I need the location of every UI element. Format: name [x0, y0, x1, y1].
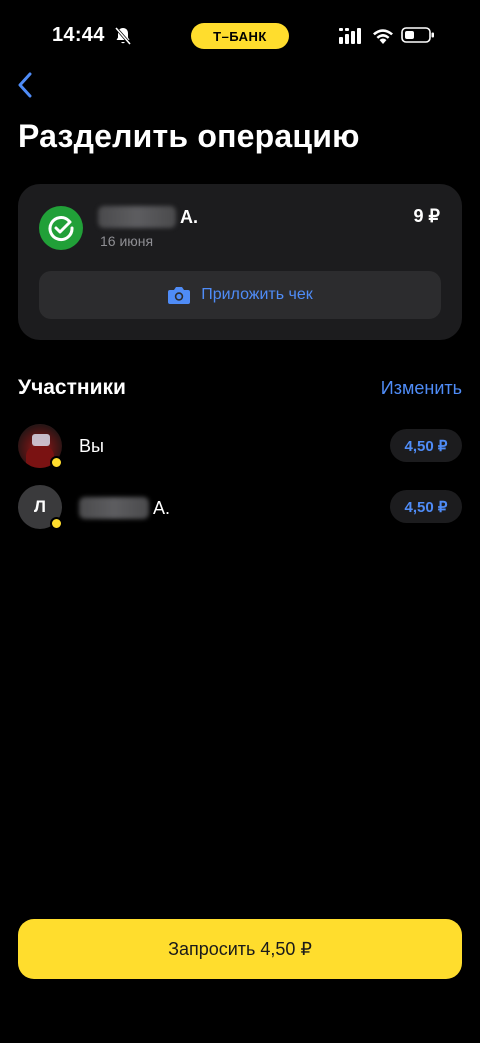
bank-badge: Т–БАНК: [191, 23, 289, 49]
transaction-date: 16 июня: [100, 233, 154, 249]
participant-name-suffix: А.: [153, 497, 171, 518]
page-title: Разделить операцию: [18, 118, 360, 154]
camera-icon: [168, 287, 191, 304]
participant-name: Вы: [79, 436, 104, 456]
battery-icon: [401, 27, 434, 43]
participants-title: Участники: [18, 376, 126, 399]
cellular-signal-icon: [339, 28, 361, 44]
attach-receipt-label: Приложить чек: [201, 286, 313, 303]
participant-row[interactable]: Вы 4,50 ₽: [18, 424, 462, 469]
status-time: 14:44: [52, 24, 105, 46]
participant-amount-button[interactable]: 4,50 ₽: [390, 490, 462, 523]
edit-participants-link[interactable]: Изменить: [381, 378, 462, 399]
chevron-left-icon: [18, 72, 32, 98]
back-button[interactable]: [8, 68, 42, 102]
transaction-amount: 9 ₽: [413, 206, 440, 226]
participant-name: А.: [79, 497, 170, 519]
avatar: [18, 424, 63, 469]
redacted-name: [79, 497, 149, 519]
participant-row[interactable]: Л А. 4,50 ₽: [18, 485, 462, 530]
checkmark-circle-icon: [39, 206, 83, 250]
redacted-name: [98, 206, 176, 228]
status-dot: [50, 456, 63, 469]
avatar: Л: [18, 485, 63, 530]
merchant-name-suffix: А.: [180, 206, 198, 227]
transaction-card[interactable]: А. 16 июня 9 ₽ Приложить чек: [18, 184, 462, 340]
participant-amount-button[interactable]: 4,50 ₽: [390, 429, 462, 462]
merchant-name: А.: [98, 206, 198, 228]
split-operation-screen: 14:44 Т–БАНК Разделить операцию А. 16 ию…: [0, 0, 480, 1043]
wifi-icon: [373, 29, 393, 44]
request-payment-button[interactable]: Запросить 4,50 ₽: [18, 919, 462, 979]
status-bar: 14:44 Т–БАНК: [0, 20, 480, 52]
status-dot: [50, 517, 63, 530]
attach-receipt-button[interactable]: Приложить чек: [39, 271, 441, 319]
bell-off-icon: [114, 27, 132, 45]
